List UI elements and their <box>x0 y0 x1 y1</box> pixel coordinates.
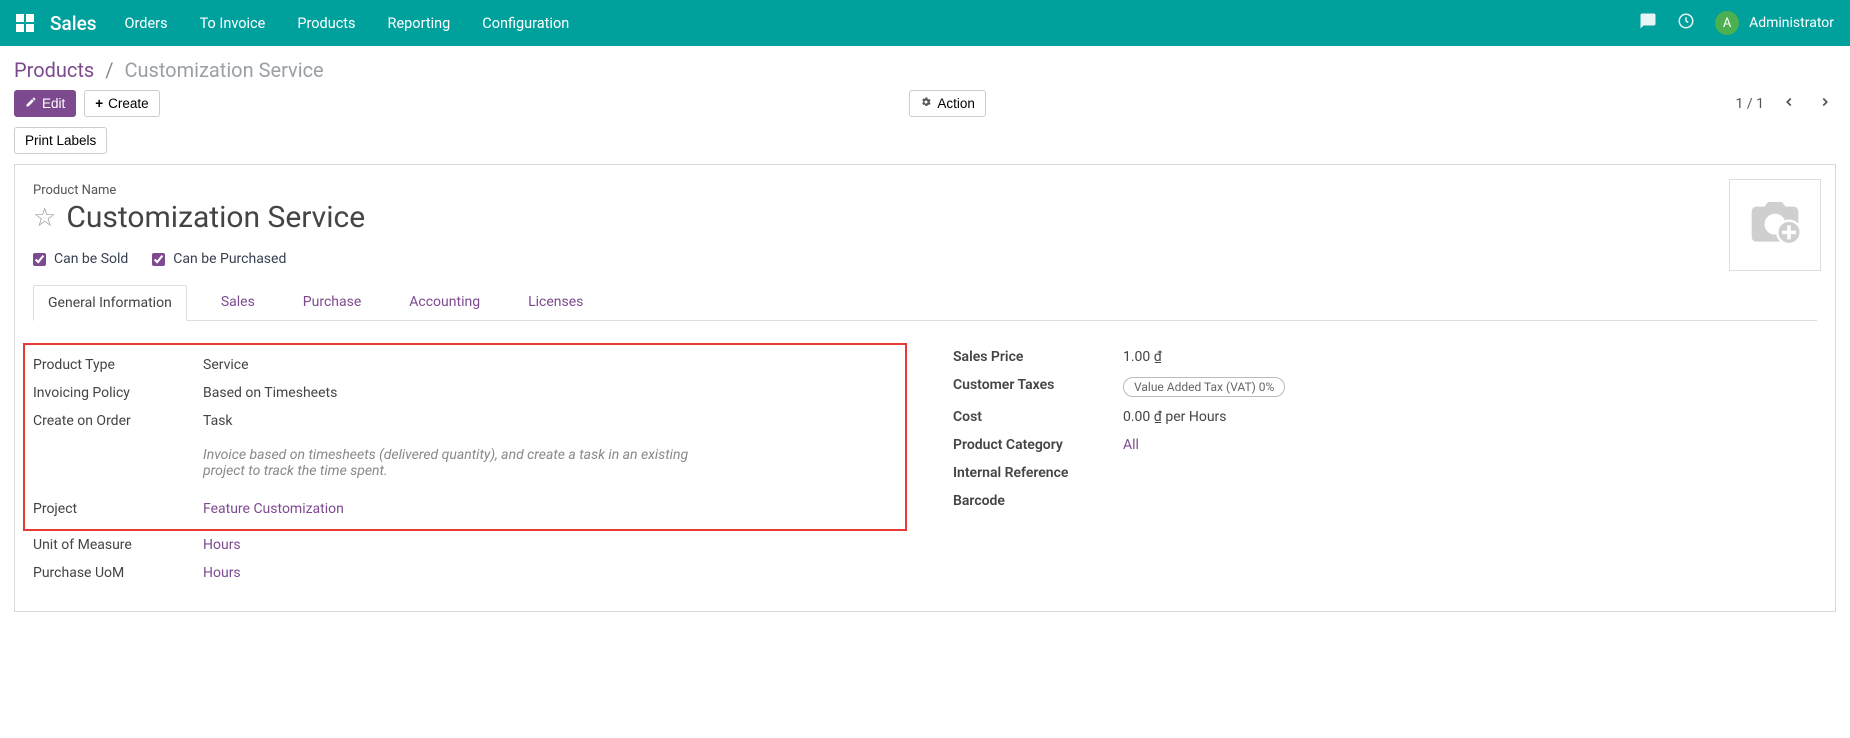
field-project: Project Feature Customization <box>33 495 897 523</box>
field-create-on-order: Create on Order Task <box>33 407 897 435</box>
pencil-icon <box>25 96 37 111</box>
can-be-purchased[interactable]: Can be Purchased <box>152 251 286 267</box>
cost-value: 0.00 ₫ per Hours <box>1123 409 1817 425</box>
field-customer-taxes: Customer Taxes Value Added Tax (VAT) 0% <box>953 371 1817 403</box>
nav-to-invoice[interactable]: To Invoice <box>200 15 266 32</box>
create-on-order-value: Task <box>203 413 897 429</box>
category-label: Product Category <box>953 437 1123 453</box>
activity-icon[interactable] <box>1677 12 1695 34</box>
tab-sales[interactable]: Sales <box>207 285 269 320</box>
invoicing-policy-value: Based on Timesheets <box>203 385 897 401</box>
highlight-box: Product Type Service Invoicing Policy Ba… <box>23 343 907 531</box>
sales-price-label: Sales Price <box>953 349 1123 365</box>
category-value[interactable]: All <box>1123 437 1817 453</box>
barcode-label: Barcode <box>953 493 1123 509</box>
user-menu[interactable]: A Administrator <box>1715 11 1834 35</box>
purchase-uom-value[interactable]: Hours <box>203 565 897 581</box>
tax-chip[interactable]: Value Added Tax (VAT) 0% <box>1123 377 1285 397</box>
checkboxes: Can be Sold Can be Purchased <box>33 251 1817 267</box>
left-column: Product Type Service Invoicing Policy Ba… <box>33 343 897 587</box>
tab-general-information[interactable]: General Information <box>33 285 187 321</box>
product-type-value: Service <box>203 357 897 373</box>
can-be-sold-checkbox[interactable] <box>33 253 46 266</box>
field-cost: Cost 0.00 ₫ per Hours <box>953 403 1817 431</box>
tab-accounting[interactable]: Accounting <box>395 285 494 320</box>
breadcrumb: Products / Customization Service <box>14 58 324 82</box>
product-name-row: ☆ Customization Service <box>33 200 1817 235</box>
apps-icon[interactable] <box>16 14 34 32</box>
help-text: Invoice based on timesheets (delivered q… <box>203 441 723 489</box>
create-label: Create <box>108 96 149 111</box>
edit-label: Edit <box>42 96 65 111</box>
tabs: General Information Sales Purchase Accou… <box>33 285 1817 321</box>
breadcrumb-current: Customization Service <box>124 58 323 82</box>
breadcrumb-bar: Products / Customization Service <box>0 46 1850 90</box>
pager-text: 1 / 1 <box>1736 96 1764 112</box>
favorite-star-icon[interactable]: ☆ <box>33 203 56 233</box>
field-barcode: Barcode <box>953 487 1817 515</box>
pager-next[interactable] <box>1814 93 1836 114</box>
field-uom: Unit of Measure Hours <box>33 531 897 559</box>
field-purchase-uom: Purchase UoM Hours <box>33 559 897 587</box>
nav-configuration[interactable]: Configuration <box>482 15 569 32</box>
can-be-sold[interactable]: Can be Sold <box>33 251 128 267</box>
camera-icon <box>1747 195 1803 255</box>
action-bar: Edit + Create Action 1 / 1 <box>0 90 1850 127</box>
field-internal-ref: Internal Reference <box>953 459 1817 487</box>
customer-taxes-value: Value Added Tax (VAT) 0% <box>1123 377 1817 397</box>
pager-prev[interactable] <box>1778 93 1800 114</box>
nav-reporting[interactable]: Reporting <box>388 15 451 32</box>
print-labels-button[interactable]: Print Labels <box>14 127 107 154</box>
sales-price-value: 1.00 ₫ <box>1123 349 1817 365</box>
purchase-uom-label: Purchase UoM <box>33 565 203 581</box>
product-type-label: Product Type <box>33 357 203 373</box>
nav-products[interactable]: Products <box>297 15 355 32</box>
edit-button[interactable]: Edit <box>14 90 76 117</box>
nav-orders[interactable]: Orders <box>125 15 168 32</box>
messages-icon[interactable] <box>1639 12 1657 34</box>
cost-label: Cost <box>953 409 1123 425</box>
action-label: Action <box>937 96 975 111</box>
breadcrumb-parent[interactable]: Products <box>14 58 94 82</box>
can-be-purchased-checkbox[interactable] <box>152 253 165 266</box>
field-sales-price: Sales Price 1.00 ₫ <box>953 343 1817 371</box>
labels-bar: Print Labels <box>0 127 1850 164</box>
can-be-purchased-label: Can be Purchased <box>173 251 286 267</box>
topbar-right: A Administrator <box>1639 11 1834 35</box>
right-column: Sales Price 1.00 ₫ Customer Taxes Value … <box>953 343 1817 587</box>
invoicing-policy-label: Invoicing Policy <box>33 385 203 401</box>
nav-menu: Orders To Invoice Products Reporting Con… <box>125 15 1640 32</box>
product-name-value: Customization Service <box>66 200 365 235</box>
form-sheet: Product Name ☆ Customization Service Can… <box>14 164 1836 612</box>
can-be-sold-label: Can be Sold <box>54 251 128 267</box>
breadcrumb-separator: / <box>105 58 113 82</box>
field-product-type: Product Type Service <box>33 351 897 379</box>
field-category: Product Category All <box>953 431 1817 459</box>
product-name-label: Product Name <box>33 183 1817 198</box>
uom-label: Unit of Measure <box>33 537 203 553</box>
topbar: Sales Orders To Invoice Products Reporti… <box>0 0 1850 46</box>
plus-icon: + <box>95 96 103 111</box>
uom-value[interactable]: Hours <box>203 537 897 553</box>
avatar: A <box>1715 11 1739 35</box>
gear-icon <box>920 96 932 111</box>
tab-purchase[interactable]: Purchase <box>289 285 375 320</box>
customer-taxes-label: Customer Taxes <box>953 377 1123 393</box>
image-placeholder[interactable] <box>1729 179 1821 271</box>
user-name: Administrator <box>1749 15 1834 31</box>
action-button[interactable]: Action <box>909 90 986 117</box>
field-invoicing-policy: Invoicing Policy Based on Timesheets <box>33 379 897 407</box>
project-value[interactable]: Feature Customization <box>203 501 897 517</box>
tab-licenses[interactable]: Licenses <box>514 285 597 320</box>
create-button[interactable]: + Create <box>84 90 159 117</box>
app-title[interactable]: Sales <box>50 12 97 35</box>
field-help: Invoice based on timesheets (delivered q… <box>33 435 897 495</box>
internal-ref-label: Internal Reference <box>953 465 1123 481</box>
tab-body: Product Type Service Invoicing Policy Ba… <box>33 321 1817 587</box>
create-on-order-label: Create on Order <box>33 413 203 429</box>
project-label: Project <box>33 501 203 517</box>
